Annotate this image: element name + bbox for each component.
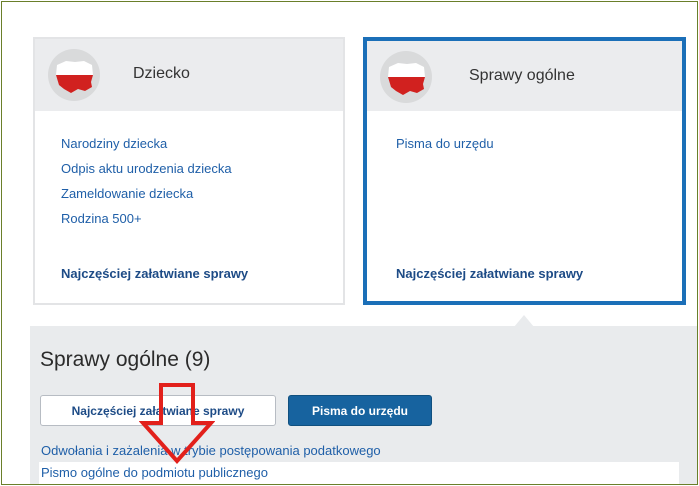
- down-arrow-icon: [139, 383, 215, 464]
- poland-map-icon: [48, 49, 100, 101]
- matter-list: Odwołania i zażalenia w trybie postępowa…: [39, 440, 679, 484]
- card-footer-link[interactable]: Najczęściej załatwiane sprawy: [61, 266, 248, 281]
- card-links: Narodziny dziecka Odpis aktu urodzenia d…: [61, 131, 232, 231]
- link-pisma-do-urzedu[interactable]: Pisma do urzędu: [396, 131, 494, 156]
- card-header: Sprawy ogólne: [367, 41, 682, 111]
- link-odpis-aktu[interactable]: Odpis aktu urodzenia dziecka: [61, 156, 232, 181]
- category-card-dziecko[interactable]: Dziecko Narodziny dziecka Odpis aktu uro…: [33, 37, 345, 305]
- card-title: Dziecko: [133, 65, 190, 82]
- category-panel: Sprawy ogólne (9) Najczęściej załatwiane…: [30, 326, 697, 484]
- card-title: Sprawy ogólne: [469, 67, 575, 84]
- card-links: Pisma do urzędu: [396, 131, 494, 156]
- link-zameldowanie[interactable]: Zameldowanie dziecka: [61, 181, 232, 206]
- page-frame: Dziecko Narodziny dziecka Odpis aktu uro…: [1, 1, 698, 485]
- category-card-sprawy-ogolne[interactable]: Sprawy ogólne Pisma do urzędu Najczęście…: [363, 37, 686, 305]
- list-item-odwolania[interactable]: Odwołania i zażalenia w trybie postępowa…: [39, 440, 679, 462]
- poland-map-icon: [380, 51, 432, 103]
- panel-title: Sprawy ogólne (9): [40, 348, 211, 371]
- card-footer-link[interactable]: Najczęściej załatwiane sprawy: [396, 266, 583, 281]
- list-item-pismo-ogolne[interactable]: Pismo ogólne do podmiotu publicznego: [39, 462, 679, 484]
- link-narodziny[interactable]: Narodziny dziecka: [61, 131, 232, 156]
- card-header: Dziecko: [35, 39, 343, 111]
- letters-to-office-button[interactable]: Pisma do urzędu: [288, 395, 432, 426]
- link-rodzina-500[interactable]: Rodzina 500+: [61, 206, 232, 231]
